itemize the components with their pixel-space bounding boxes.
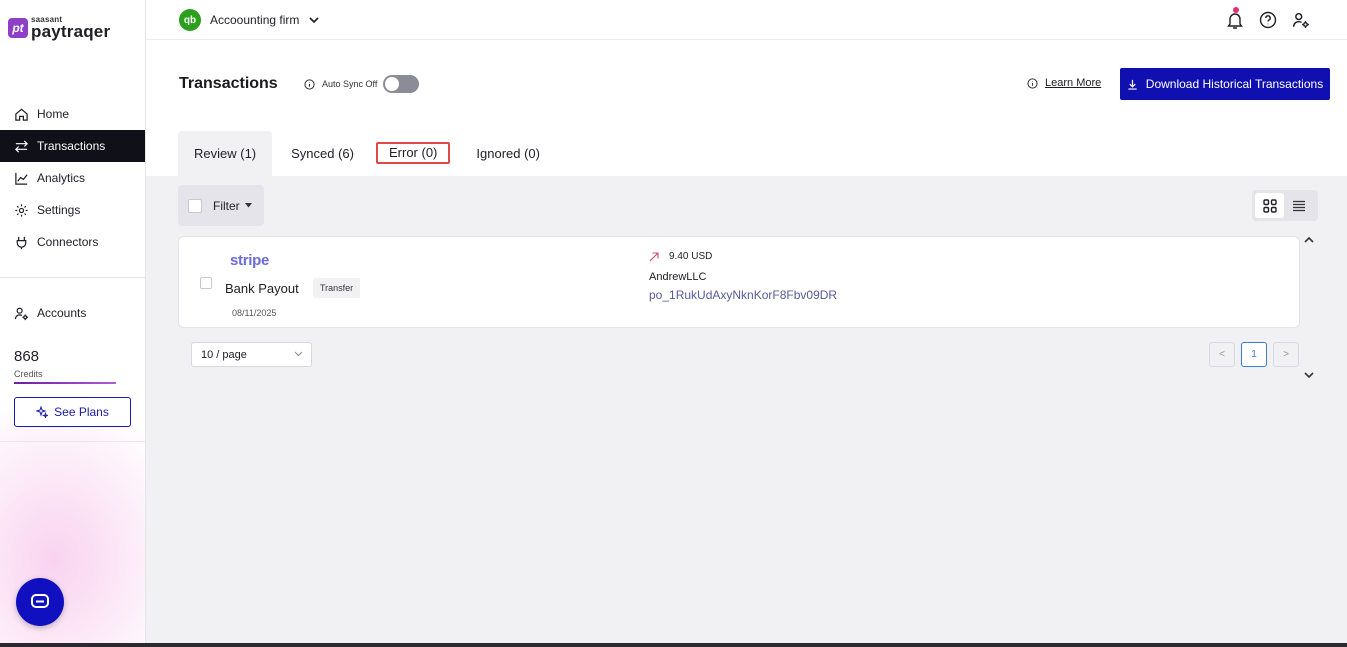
quickbooks-logo-icon: qb <box>179 9 201 31</box>
sidebar-item-home[interactable]: Home <box>0 98 145 130</box>
plug-icon <box>16 236 27 249</box>
learn-more-link[interactable]: Learn More <box>1027 77 1101 89</box>
tab-review[interactable]: Review (1) <box>178 131 273 176</box>
transaction-card[interactable]: stripe Bank Payout Transfer 08/11/2025 9… <box>178 236 1300 328</box>
grid-icon <box>1262 198 1277 213</box>
next-page-button[interactable]: > <box>1273 342 1299 367</box>
help-icon <box>1259 11 1277 29</box>
page-size-value: 10 / page <box>201 348 247 361</box>
sidebar-item-label: Transactions <box>37 139 106 153</box>
view-toggle <box>1252 190 1318 221</box>
company-name: Accoounting firm <box>210 13 300 27</box>
logo-mark: pt <box>8 18 28 38</box>
transaction-date: 08/11/2025 <box>232 308 277 318</box>
sidebar-item-label: Accounts <box>37 306 87 320</box>
chevron-down-icon <box>294 351 303 357</box>
vendor-name: AndrewLLC <box>649 271 707 283</box>
scroll-down-icon[interactable] <box>1304 372 1314 379</box>
tab-error[interactable]: Error (0) <box>376 141 451 164</box>
chevron-down-icon <box>309 16 319 23</box>
info-icon[interactable] <box>304 78 315 90</box>
transaction-checkbox[interactable] <box>200 277 212 289</box>
transaction-title: Bank Payout <box>225 281 299 296</box>
prev-page-button[interactable]: < <box>1209 342 1235 367</box>
sidebar-item-label: Connectors <box>37 235 99 249</box>
sidebar: pt saasant paytraqer Home Transactions A… <box>0 0 146 643</box>
transaction-reference[interactable]: po_1RukUdAxyNknKorF8Fbv09DR <box>649 288 837 302</box>
sidebar-item-analytics[interactable]: Analytics <box>0 162 145 194</box>
status-tabs: Review (1) Synced (6) Error (0) Ignored … <box>178 131 540 176</box>
bell-icon <box>1227 13 1243 29</box>
filter-bar: Filter <box>178 185 264 226</box>
tab-synced[interactable]: Synced (6) <box>291 131 354 176</box>
info-icon <box>1027 77 1038 89</box>
chat-icon <box>31 594 49 608</box>
download-historical-transactions-button[interactable]: Download Historical Transactions <box>1120 68 1330 100</box>
see-plans-label: See Plans <box>54 405 109 419</box>
download-icon <box>1128 79 1137 90</box>
sidebar-item-connectors[interactable]: Connectors <box>0 226 145 258</box>
company-switcher[interactable]: qb Accoounting firm <box>179 9 319 31</box>
sidebar-item-transactions[interactable]: Transactions <box>0 130 145 162</box>
logo-name: paytraqer <box>31 22 111 41</box>
page-title: Transactions <box>179 75 278 92</box>
topbar: qb Accoounting firm <box>146 0 1347 40</box>
select-all-checkbox[interactable] <box>188 198 202 213</box>
filter-dropdown[interactable]: Filter <box>213 199 252 213</box>
tab-ignored[interactable]: Ignored (0) <box>476 131 540 176</box>
transfer-arrows-icon <box>15 139 28 153</box>
gear-icon <box>15 203 28 217</box>
user-gear-icon <box>1292 12 1309 28</box>
transaction-type-badge: Transfer <box>313 278 361 298</box>
page-1-button[interactable]: 1 <box>1241 342 1267 367</box>
arrow-up-right-icon <box>649 251 659 261</box>
list-view-button[interactable] <box>1284 193 1313 218</box>
help-button[interactable] <box>1257 9 1279 31</box>
credits-progress-bar <box>14 382 116 384</box>
bottom-strip <box>0 643 1347 647</box>
line-chart-icon <box>15 172 28 185</box>
grid-view-button[interactable] <box>1255 193 1284 218</box>
home-icon <box>15 108 28 121</box>
sidebar-item-settings[interactable]: Settings <box>0 194 145 226</box>
scroll-up-icon[interactable] <box>1304 236 1314 243</box>
download-label: Download Historical Transactions <box>1145 77 1324 91</box>
user-gear-icon <box>14 307 29 320</box>
auto-sync-label: Auto Sync Off <box>322 79 378 89</box>
sparkle-icon <box>36 406 49 418</box>
user-settings-button[interactable] <box>1290 9 1312 31</box>
transactions-content: Filter stripe Bank Payout Transfer 08/11… <box>146 176 1347 643</box>
sidebar-item-label: Home <box>37 107 70 121</box>
learn-more-label: Learn More <box>1045 77 1102 89</box>
credits-block: 868 Credits <box>14 348 43 379</box>
app-logo[interactable]: pt saasant paytraqer <box>8 16 110 40</box>
sidebar-item-label: Settings <box>37 203 81 217</box>
list-icon <box>1292 200 1305 211</box>
notification-dot <box>1233 7 1239 13</box>
filter-label: Filter <box>213 198 240 213</box>
sidebar-item-accounts[interactable]: Accounts <box>0 297 145 329</box>
chat-support-button[interactable] <box>16 578 64 626</box>
caret-down-icon <box>244 203 252 208</box>
see-plans-button[interactable]: See Plans <box>14 397 131 427</box>
sidebar-bottom-divider <box>0 441 145 442</box>
auto-sync: Auto Sync Off <box>304 75 420 93</box>
credits-label: Credits <box>14 369 43 379</box>
sidebar-item-label: Analytics <box>37 171 86 185</box>
credits-value: 868 <box>14 348 40 365</box>
notifications-button[interactable] <box>1224 7 1246 31</box>
pagination: < 1 > <box>1209 342 1305 367</box>
auto-sync-toggle[interactable] <box>383 75 420 93</box>
sidebar-nav: Home Transactions Analytics Settings Con… <box>0 98 145 258</box>
stripe-logo: stripe <box>230 252 270 269</box>
page-size-select[interactable]: 10 / page <box>191 342 312 367</box>
amount-value: 9.40 USD <box>669 251 713 262</box>
sidebar-divider <box>0 277 145 278</box>
transaction-amount: 9.40 USD <box>649 251 712 262</box>
